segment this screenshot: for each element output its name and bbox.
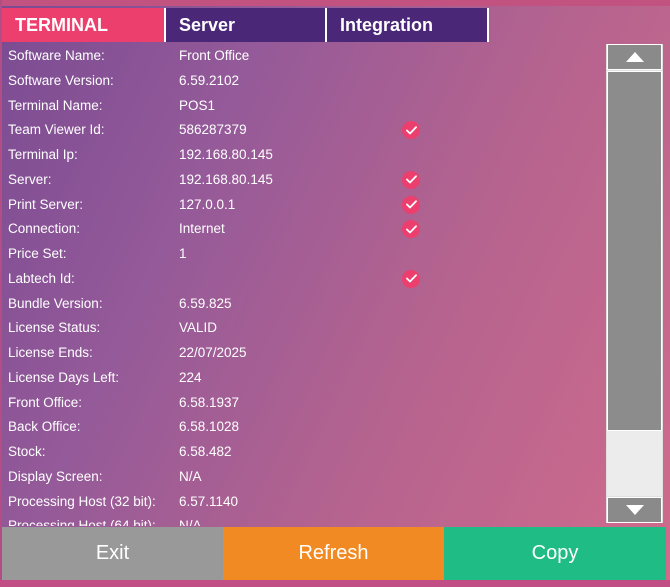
refresh-button[interactable]: Refresh bbox=[223, 527, 444, 580]
info-label: Server: bbox=[8, 171, 52, 187]
info-value: 586287379 bbox=[179, 122, 247, 138]
info-label: Software Version: bbox=[8, 72, 114, 88]
info-label: Bundle Version: bbox=[8, 295, 103, 311]
check-circle-icon bbox=[402, 170, 420, 189]
scroll-up-button[interactable] bbox=[607, 44, 662, 70]
info-row: Software Name: Front Office bbox=[8, 44, 438, 69]
info-value: 6.58.482 bbox=[179, 444, 232, 459]
check-circle-icon bbox=[402, 195, 420, 214]
info-row: Team Viewer Id: 586287379 bbox=[8, 118, 438, 143]
info-row: Terminal Ip: 192.168.80.145 bbox=[8, 143, 438, 168]
info-label: License Days Left: bbox=[8, 369, 120, 385]
info-value: 22/07/2025 bbox=[179, 345, 247, 360]
check-circle-icon bbox=[402, 121, 420, 140]
info-label: Front Office: bbox=[8, 394, 83, 410]
info-label: Labtech Id: bbox=[8, 270, 75, 286]
info-row: Connection: Internet bbox=[8, 217, 438, 242]
info-label: License Status: bbox=[8, 320, 101, 336]
info-value: 192.168.80.145 bbox=[179, 147, 273, 162]
info-row: Labtech Id: bbox=[8, 267, 438, 292]
info-value: Internet bbox=[179, 221, 225, 237]
info-row: Price Set: 1 bbox=[8, 242, 438, 267]
info-value: VALID bbox=[179, 320, 218, 336]
arrow-down-icon bbox=[625, 505, 644, 515]
arrow-up-icon bbox=[625, 52, 644, 62]
window-left-border bbox=[0, 0, 2, 587]
window-top-border bbox=[0, 0, 670, 6]
info-value: Front Office bbox=[179, 48, 250, 63]
info-value: N/A bbox=[179, 518, 202, 526]
info-label: Price Set: bbox=[8, 246, 67, 261]
info-label: Processing Host (64 bit): bbox=[8, 518, 156, 526]
info-value: 6.57.1140 bbox=[179, 493, 239, 509]
vertical-scrollbar[interactable] bbox=[606, 44, 663, 523]
exit-button[interactable]: Exit bbox=[2, 527, 223, 580]
tab-bar: TERMINAL Server Integration bbox=[2, 8, 489, 42]
info-value: 224 bbox=[179, 369, 202, 385]
info-value: 6.58.1028 bbox=[179, 419, 240, 435]
info-label: Terminal Name: bbox=[8, 97, 103, 113]
info-row: Processing Host (64 bit): N/A bbox=[8, 514, 438, 526]
info-label: Processing Host (32 bit): bbox=[8, 493, 156, 509]
info-row: Bundle Version: 6.59.825 bbox=[8, 292, 438, 317]
info-row: Processing Host (32 bit): 6.57.1140 bbox=[8, 490, 438, 515]
info-label: Software Name: bbox=[8, 48, 105, 63]
window-bottom-border bbox=[0, 580, 670, 587]
info-row: Stock: 6.58.482 bbox=[8, 440, 438, 465]
info-label: Display Screen: bbox=[8, 468, 103, 484]
scroll-down-button[interactable] bbox=[607, 497, 662, 523]
info-label: License Ends: bbox=[8, 345, 93, 360]
check-circle-icon bbox=[402, 220, 420, 239]
tab-server[interactable]: Server bbox=[166, 8, 327, 42]
info-row: Front Office: 6.58.1937 bbox=[8, 391, 438, 416]
info-row: Back Office: 6.58.1028 bbox=[8, 415, 438, 440]
info-label: Print Server: bbox=[8, 196, 84, 212]
info-value: 1 bbox=[179, 246, 187, 261]
info-row: Server: 192.168.80.145 bbox=[8, 168, 438, 193]
info-label: Connection: bbox=[8, 221, 81, 237]
info-value: 127.0.0.1 bbox=[179, 196, 236, 212]
info-label: Team Viewer Id: bbox=[8, 122, 105, 138]
info-label: Stock: bbox=[8, 444, 46, 459]
info-row: Display Screen: N/A bbox=[8, 465, 438, 490]
info-row: License Ends: 22/07/2025 bbox=[8, 341, 438, 366]
check-circle-icon bbox=[402, 269, 420, 288]
info-label: Terminal Ip: bbox=[8, 147, 78, 162]
terminal-info-list: Software Name: Front Office Software Versi… bbox=[8, 44, 438, 526]
action-bar: Exit Refresh Copy bbox=[2, 527, 666, 580]
info-value: 192.168.80.145 bbox=[179, 171, 273, 187]
tab-integration[interactable]: Integration bbox=[327, 8, 489, 42]
info-value: 6.59.825 bbox=[179, 295, 232, 311]
info-row: License Status: VALID bbox=[8, 316, 438, 341]
tab-terminal[interactable]: TERMINAL bbox=[2, 8, 166, 42]
copy-button[interactable]: Copy bbox=[444, 527, 666, 580]
info-row: Terminal Name: POS1 bbox=[8, 94, 438, 119]
scroll-thumb[interactable] bbox=[607, 71, 662, 431]
info-value: 6.59.2102 bbox=[179, 72, 240, 88]
info-value: POS1 bbox=[179, 97, 216, 113]
scroll-track[interactable] bbox=[607, 71, 662, 496]
info-row: Software Version: 6.59.2102 bbox=[8, 69, 438, 94]
info-value: N/A bbox=[179, 468, 202, 484]
info-value: 6.58.1937 bbox=[179, 394, 240, 410]
info-label: Back Office: bbox=[8, 419, 81, 435]
info-row: License Days Left: 224 bbox=[8, 366, 438, 391]
info-row: Print Server: 127.0.0.1 bbox=[8, 193, 438, 218]
